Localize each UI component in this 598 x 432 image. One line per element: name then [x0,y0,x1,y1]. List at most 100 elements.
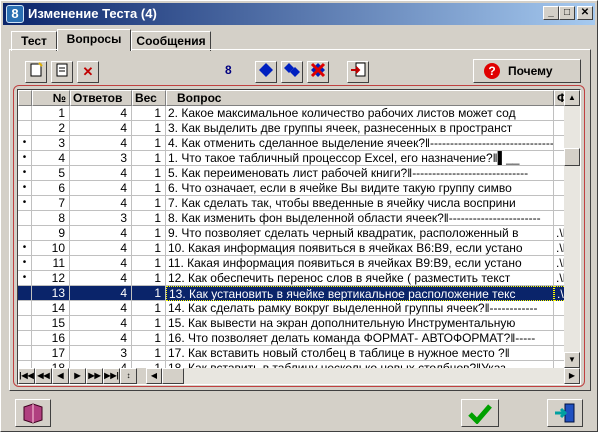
row-indicator[interactable]: • [18,181,32,196]
row-indicator[interactable] [18,301,32,316]
row-number[interactable]: 8 [32,211,70,226]
row-indicator[interactable] [18,316,32,331]
table-row[interactable]: 15 4 1 15. Как вывести на экран дополнитель… [18,316,580,331]
unmark-button[interactable] [307,61,329,83]
row-answers[interactable]: 4 [70,181,132,196]
row-answers[interactable]: 4 [70,166,132,181]
row-indicator[interactable] [18,226,32,241]
row-number[interactable]: 15 [32,316,70,331]
row-number[interactable]: 5 [32,166,70,181]
row-number[interactable]: 12 [32,271,70,286]
row-number[interactable]: 11 [32,256,70,271]
delete-question-button[interactable]: ✕ [77,61,99,83]
table-row[interactable]: 8 3 1 8. Как изменить фон выделенной област… [18,211,580,226]
row-number[interactable]: 10 [32,241,70,256]
row-indicator[interactable]: • [18,256,32,271]
row-weight[interactable]: 1 [132,256,166,271]
nav-last-button[interactable]: ▶▶| [103,368,120,384]
row-weight[interactable]: 1 [132,181,166,196]
row-question[interactable]: 12. Как обеспечить перенос слов в ячейке… [166,271,554,286]
row-answers[interactable]: 4 [70,106,132,121]
row-weight[interactable]: 1 [132,331,166,346]
new-question-button[interactable] [25,61,47,83]
row-answers[interactable]: 4 [70,136,132,151]
row-question[interactable]: 4. Как отменить сделанное выделение ячее… [166,136,554,151]
tab-test[interactable]: Тест [11,31,57,51]
row-weight[interactable]: 1 [132,301,166,316]
row-number[interactable]: 17 [32,346,70,361]
table-row[interactable]: 9 4 1 9. Что позволяет сделать черный квадр… [18,226,580,241]
row-indicator[interactable] [18,121,32,136]
maximize-button[interactable]: □ [559,6,575,20]
row-question[interactable]: 6. Что означает, если в ячейке Вы видите… [166,181,554,196]
row-indicator[interactable] [18,106,32,121]
row-question[interactable]: 17. Как вставить новый столбец в таблице… [166,346,554,361]
row-answers[interactable]: 4 [70,226,132,241]
nav-next-button[interactable]: ▶ [69,368,86,384]
row-answers[interactable]: 4 [70,271,132,286]
row-answers[interactable]: 4 [70,316,132,331]
row-weight[interactable]: 1 [132,211,166,226]
row-indicator[interactable]: • [18,271,32,286]
table-row[interactable]: • 10 4 1 10. Какая информация появиться в яч… [18,241,580,256]
row-question[interactable]: 14. Как сделать рамку вокруг выделенной … [166,301,554,316]
questions-table[interactable]: № Ответов Вес Вопрос Фа 1412. Какое макс… [17,89,581,385]
header-weight[interactable]: Вес [132,90,166,106]
row-answers[interactable]: 4 [70,241,132,256]
row-question[interactable]: 5. Как переименовать лист рабочей книги?… [166,166,554,181]
table-row[interactable]: 1 4 1 2. Какое максимальное количество рабо… [18,106,580,121]
table-row[interactable]: 16 4 1 16. Что позволяет делать команда ФОР… [18,331,580,346]
row-weight[interactable]: 1 [132,241,166,256]
table-row[interactable]: 17 3 1 17. Как вставить новый столбец в таб… [18,346,580,361]
row-number[interactable]: 16 [32,331,70,346]
exit-button[interactable] [547,399,583,427]
table-row[interactable]: • 6 4 1 6. Что означает, если в ячейке Вы ви… [18,181,580,196]
row-indicator[interactable]: • [18,136,32,151]
row-number[interactable]: 7 [32,196,70,211]
help-button[interactable] [15,399,51,427]
row-indicator[interactable]: • [18,151,32,166]
row-answers[interactable]: 3 [70,211,132,226]
row-answers[interactable]: 4 [70,121,132,136]
row-weight[interactable]: 1 [132,196,166,211]
header-number[interactable]: № [32,90,70,106]
ok-button[interactable] [461,399,499,427]
row-weight[interactable]: 1 [132,226,166,241]
row-indicator[interactable] [18,286,32,301]
row-indicator[interactable]: • [18,196,32,211]
row-question[interactable]: 16. Что позволяет делать команда ФОРМАТ-… [166,331,554,346]
row-indicator[interactable] [18,331,32,346]
mark-button[interactable] [255,61,277,83]
row-number[interactable]: 6 [32,181,70,196]
row-number[interactable]: 1 [32,106,70,121]
nav-prev-button[interactable]: ◀ [52,368,69,384]
close-button[interactable]: ✕ [577,6,593,20]
row-weight[interactable]: 1 [132,271,166,286]
row-answers[interactable]: 4 [70,301,132,316]
row-weight[interactable]: 1 [132,316,166,331]
row-indicator[interactable] [18,211,32,226]
tab-questions[interactable]: Вопросы [57,29,131,51]
row-weight[interactable]: 1 [132,106,166,121]
row-weight[interactable]: 1 [132,136,166,151]
scroll-left-button[interactable]: ◀ [146,368,162,384]
vertical-scrollbar[interactable]: ▲ ▼ [564,90,580,368]
row-number[interactable]: 14 [32,301,70,316]
horizontal-scrollbar[interactable]: ◀ ▶ [146,368,580,384]
row-answers[interactable]: 4 [70,286,132,301]
row-question[interactable]: 1. Что такое табличный процессор Excel, … [166,151,554,166]
header-question[interactable]: Вопрос [166,90,554,106]
scroll-thumb[interactable] [564,148,580,166]
nav-pointer-button[interactable]: ↕ [120,368,137,384]
title-bar[interactable]: 8 Изменение Теста (4) _ □ ✕ [3,3,595,25]
row-indicator[interactable]: • [18,241,32,256]
row-answers[interactable]: 4 [70,196,132,211]
table-row[interactable]: • 5 4 1 5. Как переименовать лист рабочей кн… [18,166,580,181]
nav-next-page-button[interactable]: ▶▶ [86,368,103,384]
row-question[interactable]: 9. Что позволяет сделать черный квадрати… [166,226,554,241]
row-number[interactable]: 4 [32,151,70,166]
row-question[interactable]: 11. Какая информация появиться в ячейках… [166,256,554,271]
row-indicator[interactable]: • [18,166,32,181]
row-question[interactable]: 3. Как выделить две группы ячеек, разнес… [166,121,554,136]
table-row-selected[interactable]: 13 4 1 13. Как установить в ячейке вертикал… [18,286,580,301]
